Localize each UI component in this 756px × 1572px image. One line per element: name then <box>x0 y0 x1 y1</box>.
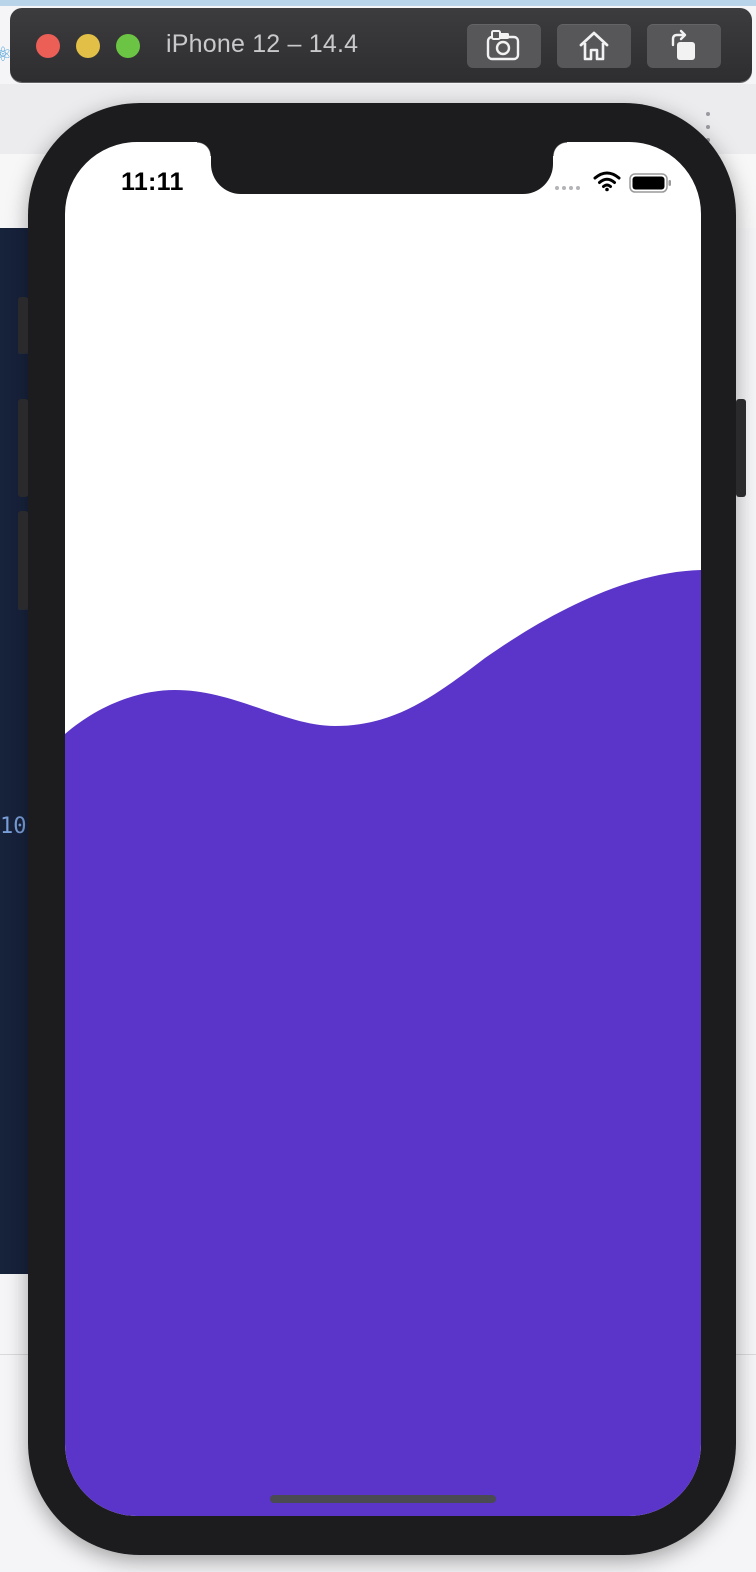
editor-code-fragment: 10 <box>0 814 27 839</box>
home-icon <box>579 31 609 61</box>
mute-switch <box>18 297 28 353</box>
status-time: 11:11 <box>121 168 184 196</box>
notch <box>197 142 567 194</box>
simulator-titlebar: iPhone 12 – 14.4 <box>10 8 752 82</box>
desktop: 10 ⚛ iPhone 12 – 14.4 11:11 <box>0 0 756 1572</box>
volume-down-button <box>18 511 28 609</box>
background-window-edge <box>0 0 756 6</box>
home-indicator[interactable] <box>270 1495 496 1503</box>
status-icons <box>555 170 675 194</box>
home-button[interactable] <box>557 24 631 68</box>
minimize-window-button[interactable] <box>76 34 100 58</box>
close-window-button[interactable] <box>36 34 60 58</box>
save-screen-button[interactable] <box>467 24 541 68</box>
rotate-icon <box>671 29 695 60</box>
wave-shape <box>65 570 701 1516</box>
wifi-icon <box>593 171 621 192</box>
signal-dots-icon <box>555 186 580 190</box>
volume-up-button <box>18 399 28 497</box>
side-power-button <box>736 399 746 497</box>
zoom-window-button[interactable] <box>116 34 140 58</box>
battery-icon <box>629 173 671 193</box>
window-title: iPhone 12 – 14.4 <box>166 30 359 58</box>
rotate-button[interactable] <box>647 24 721 68</box>
device-screen[interactable]: 11:11 <box>65 142 701 1516</box>
camera-icon <box>486 30 520 61</box>
